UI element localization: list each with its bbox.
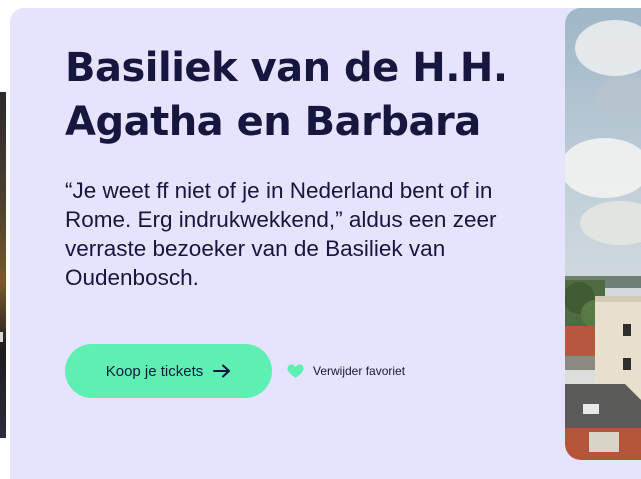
arrow-right-icon bbox=[213, 364, 231, 378]
attraction-title: Basiliek van de H.H. Agatha en Barbara bbox=[65, 45, 508, 145]
heart-icon bbox=[287, 364, 304, 379]
remove-favorite-button[interactable]: Verwijder favoriet bbox=[287, 362, 405, 380]
buy-tickets-button[interactable]: Koop je tickets bbox=[65, 344, 272, 398]
card-bottom-edge bbox=[10, 460, 641, 479]
remove-favorite-label: Verwijder favoriet bbox=[313, 364, 406, 378]
attraction-card: Basiliek van de H.H. Agatha en Barbara “… bbox=[10, 8, 641, 479]
basilica-photo bbox=[565, 8, 641, 460]
buy-tickets-label: Koop je tickets bbox=[105, 362, 204, 380]
visitor-quote: “Je weet ff niet of je in Nederland bent… bbox=[65, 178, 497, 290]
previous-card-edge bbox=[0, 92, 6, 438]
